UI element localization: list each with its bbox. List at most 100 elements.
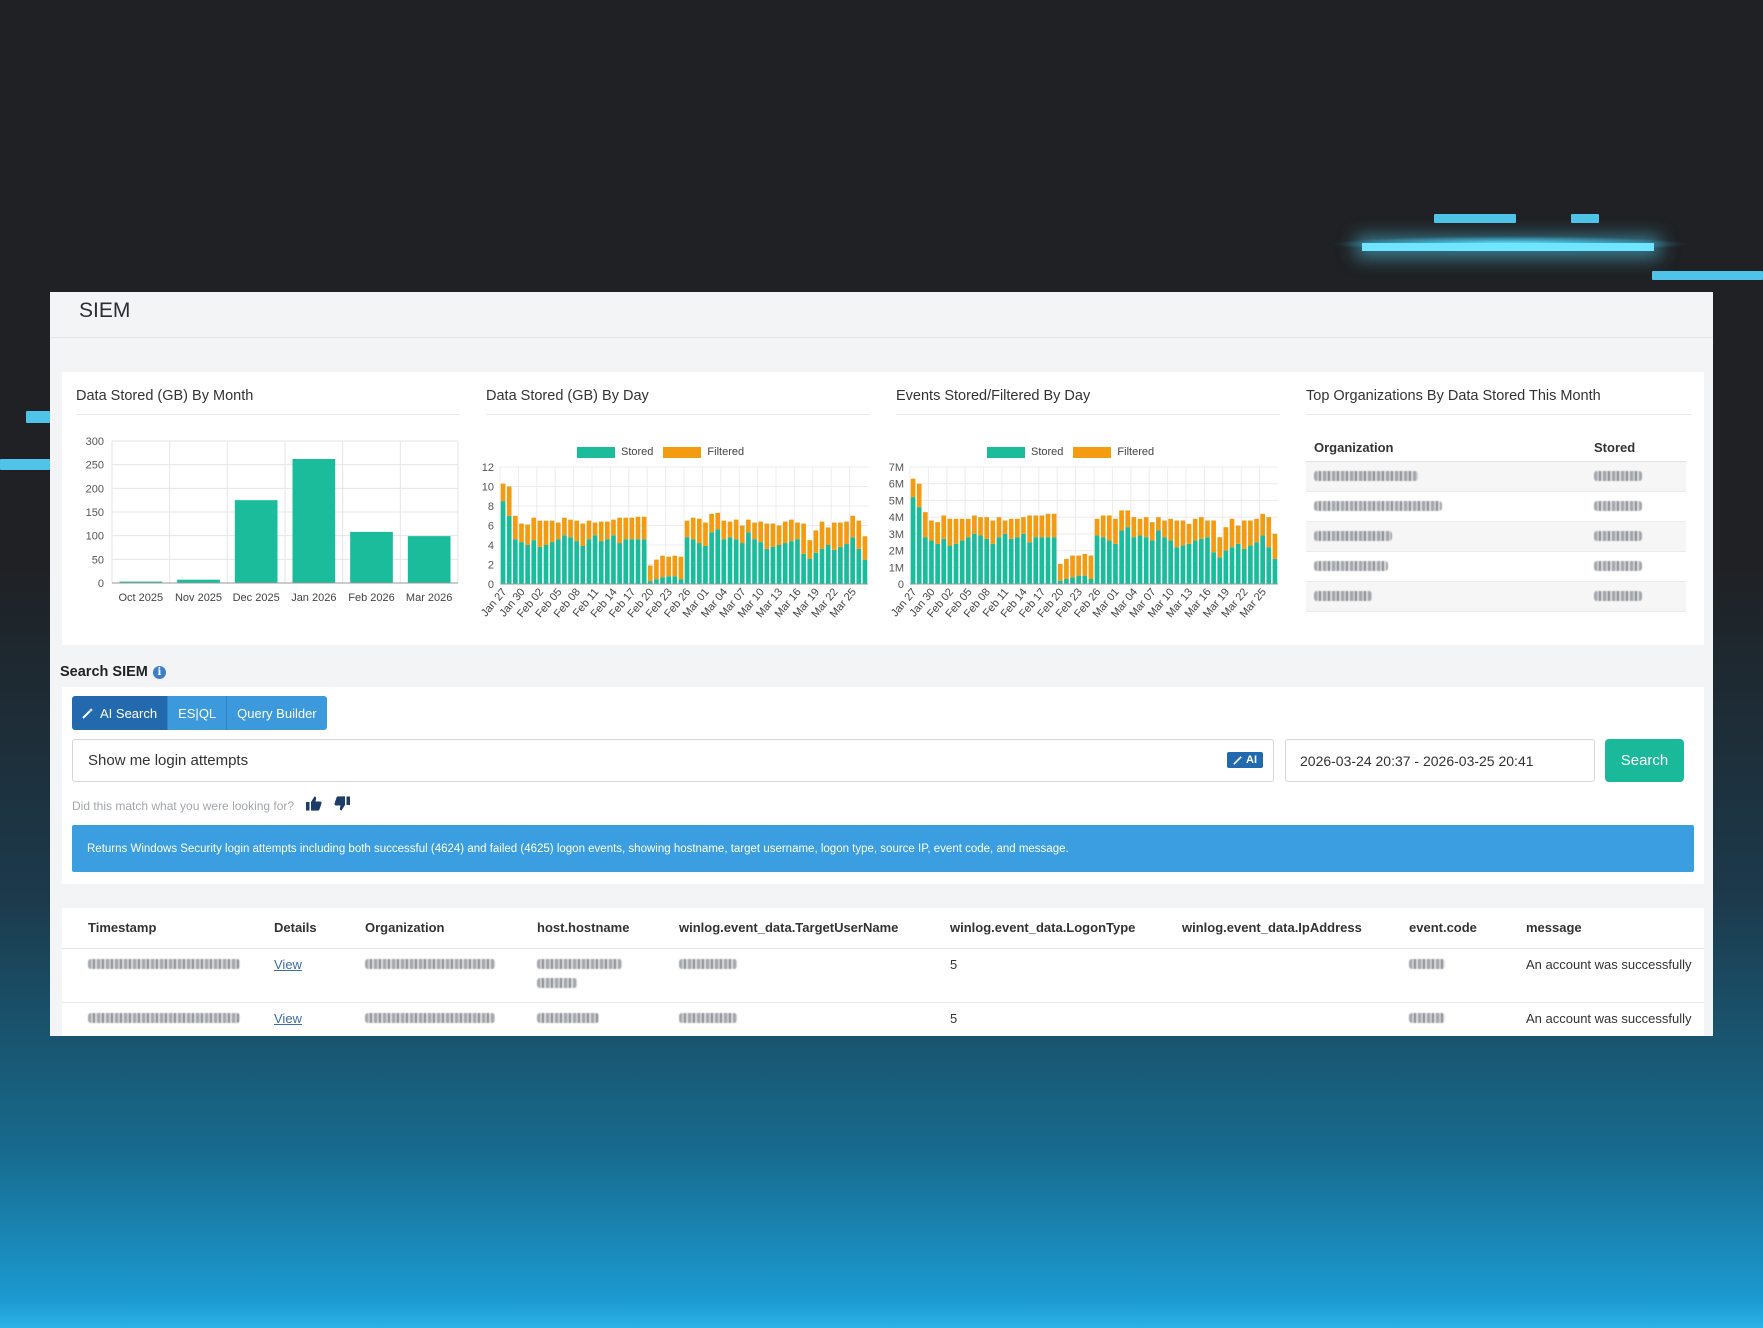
y-tick-label: 150 — [86, 507, 104, 519]
bar-stored — [1027, 542, 1032, 584]
bar-stored — [1205, 537, 1210, 584]
y-tick-label: 0 — [488, 579, 494, 591]
date-range-input[interactable]: 2026-03-24 20:37 - 2026-03-25 20:41 — [1285, 739, 1595, 782]
charts-card: Data Stored (GB) By Month 0 50 100 150 200 25… — [62, 372, 1704, 645]
bar-stored — [519, 542, 524, 584]
column-header-message[interactable]: message — [1514, 908, 1704, 949]
thumbs-down-icon[interactable] — [334, 796, 351, 815]
bar-stored — [1113, 543, 1118, 584]
bar-stored — [1045, 537, 1051, 584]
thumbs-up-icon[interactable] — [306, 796, 322, 815]
search-heading-label: Search SIEM — [60, 664, 148, 680]
bar-stored — [1015, 537, 1020, 584]
bar-stored — [525, 545, 530, 584]
search-card: AI Search ES|QL Query Builder Show me lo… — [62, 687, 1704, 884]
redacted-hostname — [525, 1002, 667, 1036]
bar-filtered — [831, 522, 837, 550]
bar-stored — [739, 543, 745, 584]
bar-filtered — [543, 520, 549, 545]
bar-stored — [537, 546, 543, 584]
bar-filtered — [1156, 517, 1161, 531]
bar-stored — [697, 543, 702, 584]
bar-filtered — [617, 517, 622, 544]
siem-window: SIEM Data Stored (GB) By Month 0 50 100 150… — [50, 292, 1713, 1036]
bar-stored — [1241, 548, 1247, 584]
bar-stored — [1057, 580, 1063, 584]
bar-filtered — [709, 513, 714, 533]
bar-stored — [1064, 578, 1069, 584]
bar-stored — [819, 548, 825, 584]
column-header-organization[interactable]: Organization — [353, 908, 525, 949]
tab-label: ES|QL — [178, 705, 217, 721]
bar-stored — [776, 545, 782, 584]
bar-stored — [1260, 535, 1265, 584]
bar-stored — [605, 539, 610, 584]
bar-stored — [1119, 530, 1124, 584]
column-header-timestamp[interactable]: Timestamp — [62, 908, 262, 949]
bar-filtered — [1260, 513, 1265, 536]
bar-stored — [568, 537, 573, 584]
redacted-org — [1306, 551, 1586, 582]
bar-stored — [1070, 577, 1075, 584]
bar-stored — [586, 539, 592, 584]
bar-filtered — [684, 520, 690, 538]
column-header-hostname[interactable]: host.hostname — [525, 908, 667, 949]
bar-stored — [916, 507, 922, 584]
table-row — [1306, 551, 1686, 582]
bar-filtered — [953, 518, 959, 544]
bar-filtered — [929, 520, 934, 541]
bar-filtered — [916, 483, 922, 508]
search-button[interactable]: Search — [1605, 739, 1684, 782]
bar-stored — [1211, 552, 1216, 584]
bar-stored — [844, 544, 849, 584]
bar-stored — [678, 579, 684, 584]
bar-stored — [782, 543, 788, 584]
bar-stored — [1235, 543, 1241, 584]
bar-stored — [727, 537, 733, 584]
bar-stored — [789, 541, 794, 584]
bar-stored — [574, 541, 579, 584]
search-query-input[interactable]: Show me login attempts AI — [72, 739, 1274, 782]
bar-stored — [684, 537, 690, 584]
bar-filtered — [592, 522, 598, 536]
date-range-value: 2026-03-24 20:37 - 2026-03-25 20:41 — [1300, 752, 1534, 769]
bar-filtered — [813, 530, 819, 553]
redacted-value — [1586, 491, 1686, 522]
tab-query-builder[interactable]: Query Builder — [227, 696, 327, 730]
table-row[interactable]: View 5 An account was successfully — [62, 1002, 1704, 1036]
bar-filtered — [776, 525, 782, 545]
table-row — [1306, 581, 1686, 612]
y-tick-label: 0 — [898, 579, 904, 591]
redacted-org — [1306, 581, 1586, 612]
info-icon[interactable]: i — [152, 665, 166, 679]
bar-filtered — [500, 483, 506, 502]
table-row — [1306, 491, 1686, 522]
redacted-value — [1586, 521, 1686, 552]
redacted-timestamp — [62, 948, 262, 1003]
chart-by-month: 0 50 100 150 200 250 300 Oct 2025 Nov 2025 Dec 20… — [86, 436, 459, 604]
bar-stored — [1174, 547, 1180, 584]
tab-esql[interactable]: ES|QL — [168, 696, 228, 730]
bar-stored — [543, 545, 549, 584]
bar-filtered — [1002, 520, 1008, 534]
bar-stored — [1180, 545, 1186, 584]
search-heading: Search SIEM i — [60, 664, 166, 680]
ai-badge[interactable]: AI — [1227, 752, 1263, 768]
column-header-ip-address[interactable]: winlog.event_data.IpAddress — [1170, 908, 1397, 949]
view-link[interactable]: View — [274, 957, 302, 972]
column-header-logon-type[interactable]: winlog.event_data.LogonType — [938, 908, 1170, 949]
results-card: Timestamp Details Organization host.host… — [62, 908, 1704, 1036]
column-header-target-user[interactable]: winlog.event_data.TargetUserName — [667, 908, 938, 949]
bar-stored — [703, 545, 708, 584]
bar-stored — [965, 537, 971, 584]
column-header-details[interactable]: Details — [262, 908, 353, 949]
column-header-event-code[interactable]: event.code — [1397, 908, 1514, 949]
bar-stored — [1248, 545, 1253, 584]
bar-filtered — [715, 512, 721, 530]
table-row[interactable]: View 5 An account was successfully — [62, 948, 1704, 1003]
tab-ai-search[interactable]: AI Search — [72, 696, 169, 730]
view-link[interactable]: View — [274, 1011, 302, 1026]
bar-filtered — [923, 512, 928, 538]
ip-address-cell — [1170, 948, 1397, 1003]
bar-filtered — [1057, 563, 1063, 581]
